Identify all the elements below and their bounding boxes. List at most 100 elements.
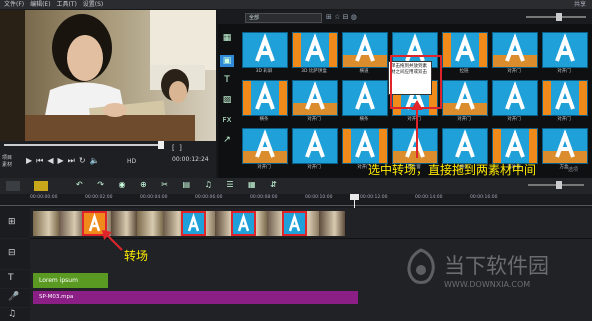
prev-frame-icon[interactable]: ◀ (47, 156, 57, 165)
preview-image (0, 10, 216, 141)
transition-thumbnail[interactable] (242, 128, 288, 164)
timeline-tools[interactable]: ↶ ↷ ◉ ⊕ ✂ ▤ ♫ ☰ ▦ ⇵ (76, 180, 283, 189)
transition-thumbnail[interactable] (292, 32, 338, 68)
transition-thumbnail[interactable] (342, 32, 388, 68)
timecode[interactable]: 00:00:12:24 (172, 156, 209, 163)
end-icon[interactable]: ⏭ (68, 156, 79, 165)
ruler-label: 00:00:02:00 (85, 195, 113, 200)
transition-thumbnail-label: 对开门 (557, 69, 571, 74)
video-clip[interactable] (137, 211, 163, 236)
ruler-label: 00:00:00:00 (30, 195, 58, 200)
transition-thumbnail[interactable] (542, 32, 588, 68)
transition-thumbnail[interactable] (492, 80, 538, 116)
annotation-bottom: 转场 (124, 249, 149, 263)
watermark-name: 当下软件园 (444, 254, 549, 278)
timeline-view-icon[interactable] (34, 181, 48, 191)
mode-switch[interactable]: 项目 素材 (2, 155, 12, 169)
transition-thumbnail-label: 3D 彩屏 (255, 69, 273, 74)
timeline-ruler[interactable]: 00:00:00:00 00:00:02:00 00:00:04:00 00:00:0… (0, 194, 592, 208)
transition-thumbnail-label: 对开门 (507, 69, 521, 74)
music-track-header: ♫ (0, 308, 30, 321)
transition-thumbnail[interactable] (492, 32, 538, 68)
hd-label[interactable]: HD (127, 158, 136, 165)
video-track-header: ⊞ (0, 208, 30, 238)
transition-thumbnail[interactable] (492, 128, 538, 164)
preview-window (0, 10, 216, 141)
playback-buttons: ▶⏮◀▶⏭↻🔈 (26, 156, 104, 166)
project-mode[interactable]: 项目 (2, 155, 12, 162)
transition-thumbnail-label: 对开门 (307, 117, 321, 122)
scrub-handle[interactable] (158, 141, 164, 149)
transition-thumbnail[interactable] (342, 128, 388, 164)
transition-thumbnail[interactable] (442, 80, 488, 116)
transition-clip[interactable] (282, 211, 307, 236)
video-clip[interactable] (319, 211, 345, 236)
transition-thumbnail-label: 对开门 (257, 165, 271, 170)
voice-track-icon[interactable]: 🎤 (8, 292, 19, 302)
transition-thumbnail-label: 横条 (359, 117, 369, 122)
graphic-icon[interactable]: ▨ (220, 94, 234, 106)
transition-icon[interactable]: ▣ (220, 55, 234, 67)
menu-file[interactable]: 文件(F) (4, 1, 24, 8)
watermark-logo-icon (407, 248, 435, 284)
transition-thumbnail[interactable] (292, 80, 338, 116)
play-icon[interactable]: ▶ (26, 156, 36, 165)
media-icon[interactable]: ▦ (220, 32, 234, 44)
home-icon[interactable]: ⏮ (36, 156, 47, 165)
mark-in-out-icons[interactable]: [ ] (172, 144, 182, 152)
transition-thumbnail[interactable] (442, 32, 488, 68)
thumbnail-size-slider[interactable] (526, 13, 592, 21)
transition-thumbnail[interactable] (442, 128, 488, 164)
repeat-icon[interactable]: ↻ (79, 156, 90, 165)
ruler-label: 00:00:10:00 (305, 195, 333, 200)
transition-thumbnail-label: 拉链 (459, 69, 469, 74)
clip-mode[interactable]: 素材 (2, 162, 12, 169)
fx-icon[interactable]: FX (220, 114, 234, 126)
options-button[interactable]: 选项 (568, 166, 578, 173)
transition-thumbnail[interactable] (242, 80, 288, 116)
voice-track-header: 🎤 (0, 289, 30, 307)
transition-thumbnail[interactable] (242, 32, 288, 68)
storyboard-view-icon[interactable] (6, 181, 20, 191)
watermark-url: WWW.DOWNXIA.COM (444, 280, 531, 289)
library-panel: 全部 ⊞ ☆ ⊟ ◍ ▦ ▣ T ▨ FX ↗ 3D 彩屏3D 比萨饼盒横道扭曲… (218, 10, 592, 178)
ruler-label: 00:00:16:00 (470, 195, 498, 200)
ruler-label: 00:00:04:00 (140, 195, 168, 200)
music-track-icon[interactable]: ♫ (8, 309, 16, 319)
title-track-header: T (0, 270, 30, 288)
title-clip[interactable]: Lorem ipsum (33, 273, 108, 288)
transition-thumbnail[interactable] (292, 128, 338, 164)
title-track-icon[interactable]: T (8, 273, 14, 283)
playhead-handle[interactable] (350, 194, 359, 200)
next-frame-icon[interactable]: ▶ (58, 156, 68, 165)
transition-thumbnail[interactable] (342, 80, 388, 116)
category-select[interactable]: 全部 (245, 13, 322, 23)
transition-thumbnail[interactable] (542, 128, 588, 164)
transition-thumbnail-label: 对开门 (557, 117, 571, 122)
volume-icon[interactable]: 🔈 (90, 156, 104, 165)
title-icon[interactable]: T (220, 74, 234, 86)
overlay-track-icon[interactable]: ⊟ (8, 248, 16, 258)
menu-settings[interactable]: 设置(S) (83, 1, 104, 8)
library-tool-icons[interactable]: ⊞ ☆ ⊟ ◍ (326, 13, 357, 21)
music-clip[interactable]: SP-M03.mpa (33, 291, 358, 304)
menu-tools[interactable]: 工具(T) (56, 1, 76, 8)
ruler-label: 00:00:12:00 (360, 195, 388, 200)
video-track-icon[interactable]: ⊞ (8, 217, 16, 227)
transition-clip[interactable] (181, 211, 206, 236)
zoom-slider[interactable] (528, 181, 588, 189)
preview-controls: 项目 素材 ▶⏮◀▶⏭↻🔈 HD [ ] 00:00:12:24 (0, 141, 216, 178)
transition-thumbnail-label: 对开门 (307, 165, 321, 170)
annotation-top: 选中转场，直接拖到两素材中间 (368, 163, 537, 177)
transition-thumbnail[interactable] (542, 80, 588, 116)
transition-thumbnail-label: 横道 (359, 69, 369, 74)
menu-edit[interactable]: 编辑(E) (30, 1, 50, 8)
overlay-track-header: ⊟ (0, 239, 30, 269)
path-icon[interactable]: ↗ (220, 134, 234, 146)
transition-thumbnail-label: 对开门 (457, 117, 471, 122)
transition-thumbnail-label: 3D 比萨饼盒 (301, 69, 327, 74)
scrub-bar[interactable] (4, 144, 160, 146)
transition-clip[interactable] (231, 211, 256, 236)
share-tab[interactable]: 共享 (574, 0, 586, 9)
video-clip[interactable] (33, 211, 59, 236)
